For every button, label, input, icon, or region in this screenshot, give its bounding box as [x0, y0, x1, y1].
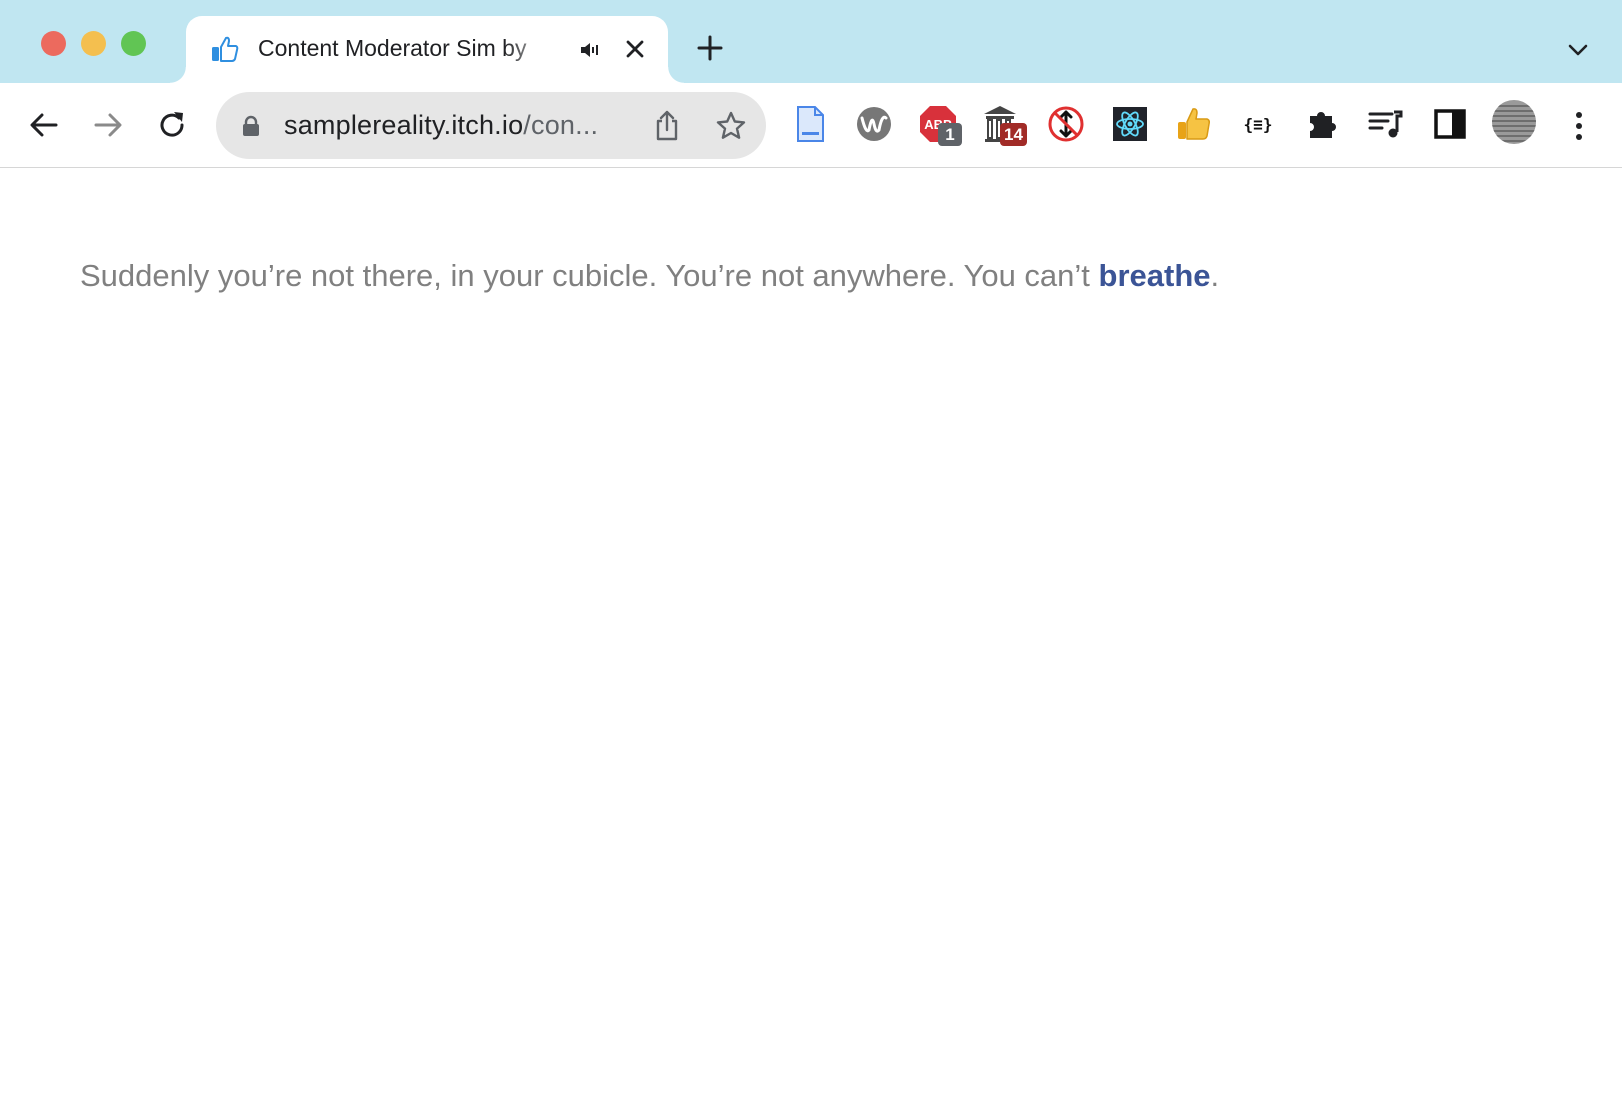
passage-text: Suddenly you’re not there, in your cubic…: [80, 258, 1099, 293]
extension-badge: 1: [938, 123, 962, 146]
maximize-window-button[interactable]: [121, 31, 146, 56]
address-bar[interactable]: samplereality.itch.io/con...: [216, 92, 766, 159]
profile-avatar[interactable]: [1490, 98, 1538, 146]
passage-end: .: [1210, 258, 1220, 293]
side-panel-icon[interactable]: [1430, 104, 1470, 144]
forward-arrow-icon[interactable]: [90, 107, 126, 143]
reload-icon[interactable]: [154, 107, 190, 143]
extensions-puzzle-icon[interactable]: [1302, 104, 1342, 144]
chevron-down-icon[interactable]: [1566, 40, 1590, 60]
lock-icon[interactable]: [242, 115, 260, 137]
bookmark-star-icon[interactable]: [715, 110, 747, 142]
new-tab-icon[interactable]: [696, 34, 724, 62]
more-menu-icon[interactable]: [1566, 109, 1592, 143]
json-viewer-icon[interactable]: {≡}: [1238, 104, 1278, 144]
share-icon[interactable]: [652, 109, 682, 141]
minimize-window-button[interactable]: [81, 31, 106, 56]
url-host: samplereality.itch.io: [284, 110, 524, 140]
breathe-link[interactable]: breathe: [1099, 258, 1211, 293]
react-devtools-icon[interactable]: [1110, 104, 1150, 144]
no-scroll-extension-icon[interactable]: [1046, 104, 1086, 144]
tab-title: Content Moderator Sim by: [258, 35, 527, 61]
speaker-icon[interactable]: [578, 38, 602, 62]
svg-text:{≡}: {≡}: [1244, 115, 1273, 134]
thumbs-up-icon: [212, 36, 239, 62]
library-extension-icon[interactable]: 14: [982, 104, 1032, 152]
url-path: /con...: [523, 110, 599, 140]
url-text[interactable]: samplereality.itch.io/con...: [284, 110, 598, 141]
back-arrow-icon[interactable]: [26, 107, 62, 143]
browser-toolbar: samplereality.itch.io/con... ABP 1: [0, 83, 1622, 168]
document-extension-icon[interactable]: [790, 104, 830, 144]
close-window-button[interactable]: [41, 31, 66, 56]
extension-badge: 14: [1000, 123, 1027, 146]
close-tab-icon[interactable]: [622, 36, 648, 62]
thumbs-up-extension-icon[interactable]: [1174, 104, 1214, 144]
media-control-icon[interactable]: [1366, 104, 1406, 144]
browser-tab[interactable]: Content Moderator Sim by: [170, 16, 684, 83]
tab-strip: Content Moderator Sim by: [0, 0, 1622, 83]
story-passage: Suddenly you’re not there, in your cubic…: [80, 258, 1219, 294]
adblock-plus-icon[interactable]: ABP 1: [918, 104, 966, 152]
wave-extension-icon[interactable]: [854, 104, 894, 144]
